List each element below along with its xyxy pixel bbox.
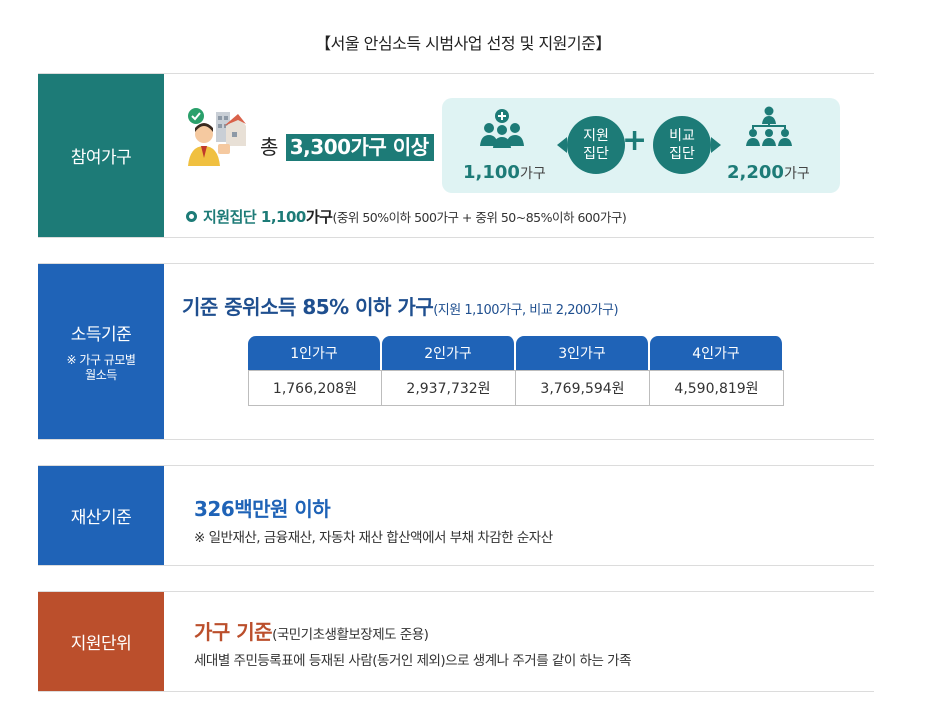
- compare-group-circle: 비교 집단: [653, 116, 711, 174]
- income-value-3: 3,769,594원: [516, 370, 650, 406]
- income-value-1: 1,766,208원: [248, 370, 382, 406]
- support-group-detail: 지원집단 1,100가구(중위 50%이하 500가구 + 중위 50~85%이…: [186, 206, 627, 227]
- person-house-illustration: [188, 108, 246, 166]
- unit-title: 가구 기준(국민기초생활보장제도 준용): [194, 620, 429, 644]
- total-households: 총 3,300가구 이상: [260, 131, 434, 161]
- compare-group-count: 2,200가구: [727, 162, 810, 183]
- assets-note: ※ 일반재산, 금융재산, 자동차 재산 합산액에서 부채 차감한 순자산: [194, 530, 553, 546]
- unit-note: 세대별 주민등록표에 등재된 사람(동거인 제외)으로 생계나 주거를 같이 하…: [194, 653, 632, 669]
- assets-label: 재산기준: [70, 508, 132, 528]
- income-header-2: 2인가구: [382, 336, 516, 370]
- total-highlight: 3,300가구 이상: [285, 134, 434, 161]
- income-table-header-row: 1인가구 2인가구 3인가구 4인가구: [248, 336, 784, 370]
- participants-section: 참여가구 총 3,300가구 이상 1,100가구 지원 집단 + 비교 집단 …: [38, 73, 874, 238]
- income-header-1: 1인가구: [248, 336, 382, 370]
- support-group-circle: 지원 집단: [567, 116, 625, 174]
- income-header-4: 4인가구: [650, 336, 784, 370]
- income-label-cell: 소득기준 ※ 가구 규모별 월소득: [38, 264, 164, 439]
- assets-label-cell: 재산기준: [38, 466, 164, 565]
- support-group-count: 1,100가구: [463, 162, 546, 183]
- unit-label-cell: 지원단위: [38, 592, 164, 691]
- income-header-3: 3인가구: [516, 336, 650, 370]
- total-prefix: 총: [260, 135, 278, 159]
- participants-label-cell: 참여가구: [38, 74, 164, 237]
- assets-content: 326백만원 이하 ※ 일반재산, 금융재산, 자동차 재산 합산액에서 부채 …: [164, 466, 874, 565]
- assets-section: 재산기준 326백만원 이하 ※ 일반재산, 금융재산, 자동차 재산 합산액에…: [38, 465, 874, 566]
- participants-content: 총 3,300가구 이상 1,100가구 지원 집단 + 비교 집단 2,200…: [164, 74, 874, 237]
- income-label: 소득기준: [70, 325, 132, 345]
- group-hierarchy-icon: [746, 106, 792, 146]
- participants-label: 참여가구: [70, 148, 132, 168]
- income-section: 소득기준 ※ 가구 규모별 월소득 기준 중위소득 85% 이하 가구(지원 1…: [38, 263, 874, 440]
- unit-content: 가구 기준(국민기초생활보장제도 준용) 세대별 주민등록표에 등재된 사람(동…: [164, 592, 874, 691]
- support-arrow: [557, 137, 567, 153]
- income-table-row: 1,766,208원 2,937,732원 3,769,594원 4,590,8…: [248, 370, 784, 406]
- unit-label: 지원단위: [70, 634, 132, 654]
- plus-sign: +: [622, 123, 648, 158]
- unit-section: 지원단위 가구 기준(국민기초생활보장제도 준용) 세대별 주민등록표에 등재된…: [38, 591, 874, 692]
- page-title: 【서울 안심소득 시범사업 선정 및 지원기준】: [315, 34, 611, 53]
- group-comparison-box: 1,100가구 지원 집단 + 비교 집단 2,200가구: [442, 98, 840, 193]
- income-value-2: 2,937,732원: [382, 370, 516, 406]
- income-value-4: 4,590,819원: [650, 370, 784, 406]
- compare-arrow: [711, 137, 721, 153]
- income-table: 1인가구 2인가구 3인가구 4인가구 1,766,208원 2,937,732…: [248, 336, 784, 406]
- income-title: 기준 중위소득 85% 이하 가구(지원 1,100가구, 비교 2,200가구…: [182, 295, 619, 319]
- income-content: 기준 중위소득 85% 이하 가구(지원 1,100가구, 비교 2,200가구…: [164, 264, 874, 439]
- assets-title: 326백만원 이하: [194, 497, 331, 521]
- income-label-note: ※ 가구 규모별 월소득: [66, 353, 136, 382]
- ring-bullet-icon: [186, 211, 197, 222]
- group-plus-icon: [480, 109, 524, 148]
